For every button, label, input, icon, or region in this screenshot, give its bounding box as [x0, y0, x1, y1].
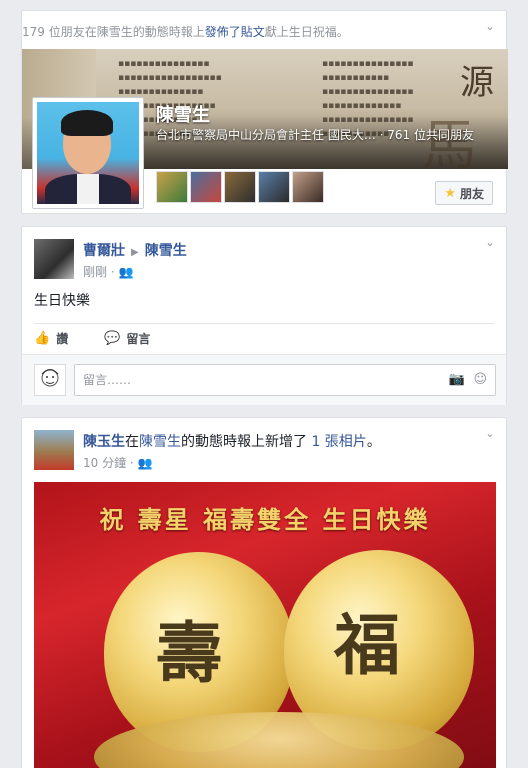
mutual-friend-thumb[interactable] — [190, 171, 222, 203]
smiley-icon[interactable]: ☺ — [473, 365, 487, 395]
comment-label: 留言 — [126, 332, 151, 346]
chevron-down-icon[interactable]: ⌄ — [484, 21, 496, 33]
birthday-card: ⌄ 179 位朋友在陳雪生的動態時報上發佈了貼文獻上生日祝福。 ▪▪▪▪▪▪▪▪… — [21, 10, 508, 214]
cover-glyph: 源 — [460, 63, 494, 103]
post-actions: 👍 讚 💬 留言 — [34, 330, 150, 347]
post-author-line: 曹爾壯 ▶ 陳雪生 — [83, 240, 187, 260]
photo-count-link[interactable]: 1 張相片 — [311, 434, 366, 450]
birthday-photo[interactable]: 祝 壽星 福壽雙全 生日快樂 壽 福 — [34, 482, 496, 768]
post-target[interactable]: 陳雪生 — [145, 243, 187, 259]
comment-placeholder: 留言…… — [83, 373, 132, 387]
headline-text: 的動態時報上新增了 — [181, 434, 312, 450]
friend-count: 179 — [22, 25, 45, 39]
mutual-friends-strip — [156, 171, 324, 203]
friends-audience-icon[interactable]: 👥 — [118, 265, 133, 279]
post-time[interactable]: 10 分鐘 — [83, 456, 126, 470]
star-icon: ★ — [444, 185, 456, 201]
like-label: 讚 — [56, 332, 69, 346]
post-meta: 剛剛 · 👥 — [83, 265, 134, 279]
post-text: 生日快樂 — [34, 293, 90, 309]
headline-text: 在 — [125, 434, 139, 450]
author-avatar[interactable] — [34, 239, 74, 279]
header-text-pre: 位朋友在陳雪生的動態時報上 — [44, 25, 205, 39]
photo-post: ⌄ 陳玉生在陳雪生的動態時報上新增了 1 張相片。 10 分鐘 · 👥 祝 壽星… — [21, 417, 507, 768]
birthday-header: 179 位朋友在陳雪生的動態時報上發佈了貼文獻上生日祝福。 — [22, 11, 506, 49]
post-author[interactable]: 陳玉生 — [83, 434, 125, 450]
longevity-glyph: 壽 — [156, 614, 222, 692]
author-avatar[interactable] — [34, 430, 74, 470]
like-button[interactable]: 👍 讚 — [34, 330, 68, 347]
post-meta: 10 分鐘 · 👥 — [83, 456, 153, 470]
post-target[interactable]: 陳雪生 — [139, 434, 181, 450]
posted-link[interactable]: 發佈了貼文 — [205, 25, 265, 39]
speech-bubble-icon: 💬 — [104, 331, 121, 346]
friends-audience-icon[interactable]: 👥 — [138, 456, 153, 470]
comment-button[interactable]: 💬 留言 — [104, 330, 150, 347]
profile-picture[interactable] — [32, 97, 144, 209]
chevron-down-icon[interactable]: ⌄ — [484, 237, 496, 249]
post-author[interactable]: 曹爾壯 — [83, 243, 125, 259]
viewer-avatar — [34, 364, 66, 396]
camera-icon[interactable]: 📷 — [449, 365, 465, 395]
post-time[interactable]: 剛剛 — [83, 265, 107, 279]
profile-photo — [37, 102, 139, 204]
thumbs-up-icon: 👍 — [34, 331, 51, 346]
comment-input[interactable]: 留言…… 📷 ☺ — [74, 364, 496, 396]
mutual-friend-thumb[interactable] — [292, 171, 324, 203]
mutual-friend-thumb[interactable] — [258, 171, 290, 203]
birthday-post: ⌄ 曹爾壯 ▶ 陳雪生 剛剛 · 👥 生日快樂 👍 讚 💬 留言 留言…… 📷 ☺ — [21, 226, 507, 405]
comment-row: 留言…… 📷 ☺ — [22, 354, 506, 405]
profile-subline: 台北市警察局中山分局會計主任 國民大… · 761 位共同朋友 — [156, 128, 474, 142]
chevron-down-icon[interactable]: ⌄ — [484, 428, 496, 440]
header-text-post: 獻上生日祝福。 — [264, 25, 349, 39]
mutual-friend-thumb[interactable] — [224, 171, 256, 203]
friends-button-label: 朋友 — [459, 186, 484, 201]
arrow-right-icon: ▶ — [131, 247, 139, 258]
mutual-friend-thumb[interactable] — [156, 171, 188, 203]
divider — [34, 323, 494, 324]
profile-name[interactable]: 陳雪生 — [156, 101, 210, 127]
photo-post-headline: 陳玉生在陳雪生的動態時報上新增了 1 張相片。 — [83, 431, 381, 451]
headline-text: 。 — [366, 434, 381, 450]
friends-button[interactable]: ★ 朋友 — [435, 181, 493, 205]
photo-banner: 祝 壽星 福壽雙全 生日快樂 — [99, 505, 431, 534]
fortune-glyph: 福 — [334, 606, 400, 684]
